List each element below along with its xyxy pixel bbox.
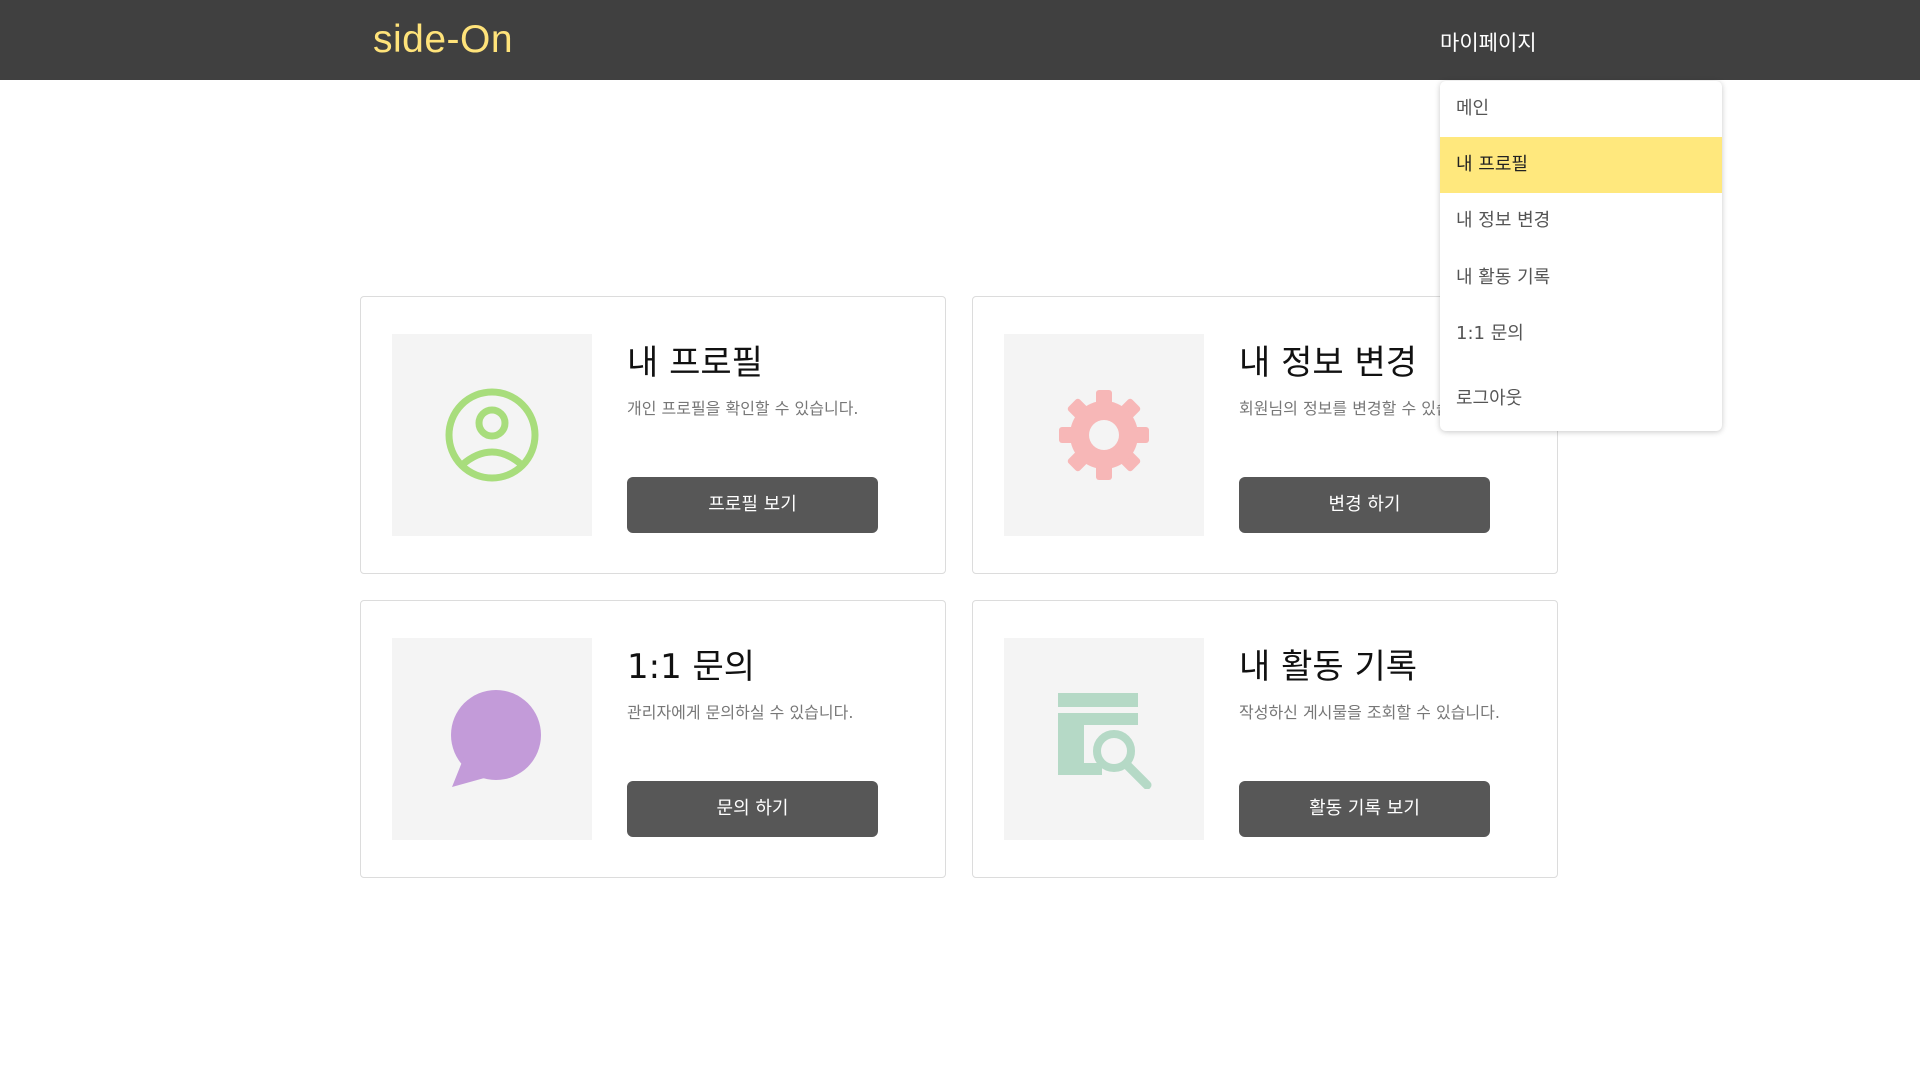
view-activity-button[interactable]: 활동 기록 보기 xyxy=(1239,781,1490,837)
gear-icon xyxy=(1059,390,1149,480)
logo[interactable]: side-On xyxy=(373,18,513,62)
chat-bubble-icon xyxy=(451,690,541,787)
edit-info-card-thumbnail xyxy=(1004,334,1204,536)
inquiry-card-description: 관리자에게 문의하실 수 있습니다. xyxy=(627,703,854,722)
dropdown-item-inquiry[interactable]: 1:1 문의 xyxy=(1440,306,1722,362)
mypage-dropdown-menu: 메인 내 프로필 내 정보 변경 내 활동 기록 1:1 문의 로그아웃 xyxy=(1440,81,1722,431)
dropdown-item-logout[interactable]: 로그아웃 xyxy=(1440,371,1722,427)
edit-info-button[interactable]: 변경 하기 xyxy=(1239,477,1490,533)
dropdown-item-my-profile[interactable]: 내 프로필 xyxy=(1440,137,1722,193)
activity-card-title: 내 활동 기록 xyxy=(1239,647,1418,687)
activity-card-thumbnail xyxy=(1004,638,1204,840)
dropdown-item-activity[interactable]: 내 활동 기록 xyxy=(1440,250,1722,306)
profile-card: 내 프로필 개인 프로필을 확인할 수 있습니다. 프로필 보기 xyxy=(360,296,946,574)
inquiry-card: 1:1 문의 관리자에게 문의하실 수 있습니다. 문의 하기 xyxy=(360,600,946,878)
inquiry-button[interactable]: 문의 하기 xyxy=(627,781,878,837)
user-circle-icon xyxy=(445,388,539,482)
dropdown-item-edit-info[interactable]: 내 정보 변경 xyxy=(1440,193,1722,249)
top-navbar: side-On 마이페이지 xyxy=(0,0,1920,80)
dropdown-item-main[interactable]: 메인 xyxy=(1440,81,1722,137)
profile-card-title: 내 프로필 xyxy=(627,343,763,383)
mypage-menu-button[interactable]: 마이페이지 xyxy=(1440,27,1537,57)
inquiry-card-title: 1:1 문의 xyxy=(627,647,756,687)
profile-card-thumbnail xyxy=(392,334,592,536)
document-search-icon xyxy=(1058,693,1152,789)
profile-card-description: 개인 프로필을 확인할 수 있습니다. xyxy=(627,399,859,418)
inquiry-card-thumbnail xyxy=(392,638,592,840)
edit-info-card-title: 내 정보 변경 xyxy=(1239,343,1418,383)
activity-card-description: 작성하신 게시물을 조회할 수 있습니다. xyxy=(1239,703,1500,722)
activity-card: 내 활동 기록 작성하신 게시물을 조회할 수 있습니다. 활동 기록 보기 xyxy=(972,600,1558,878)
view-profile-button[interactable]: 프로필 보기 xyxy=(627,477,878,533)
